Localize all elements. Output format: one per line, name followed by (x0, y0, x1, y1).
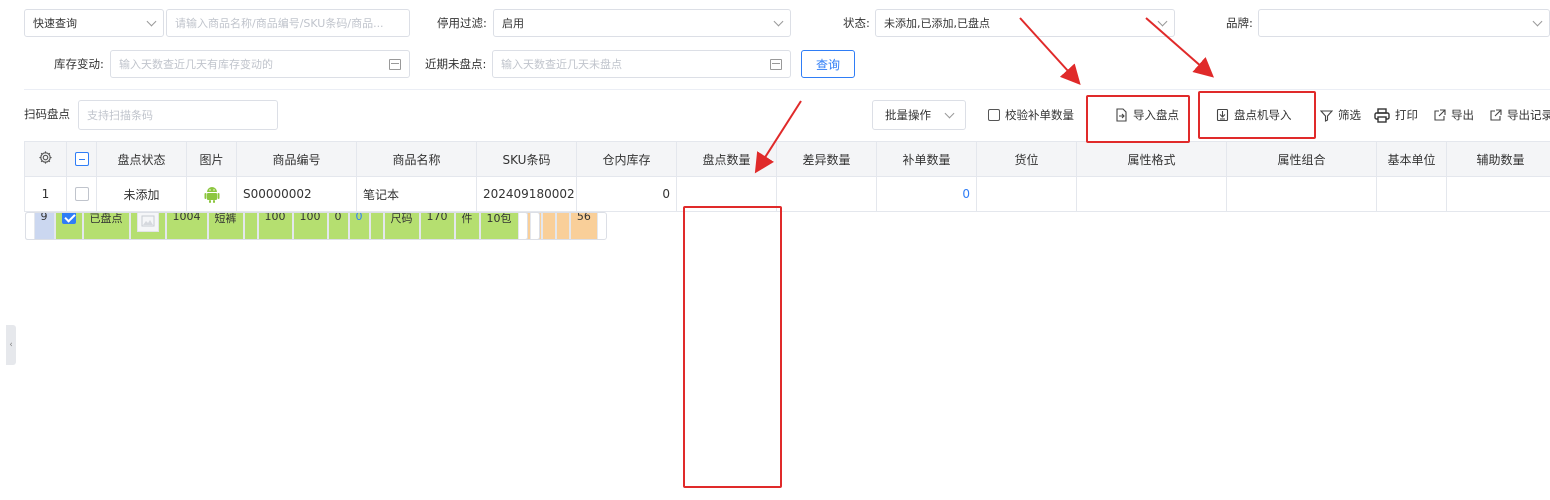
watermark: CSDN @herinspace (1327, 458, 1544, 485)
arrow-to-machine-import (1145, 17, 1215, 78)
annotation-arrows (754, 17, 1215, 174)
arrow-to-count-column (754, 100, 802, 174)
inventory-count-page: 快速查询 请输入商品名称/商品编号/SKU条码/商品... 停用过滤: 启用 状… (0, 0, 1550, 500)
arrow-to-import (1019, 17, 1081, 85)
